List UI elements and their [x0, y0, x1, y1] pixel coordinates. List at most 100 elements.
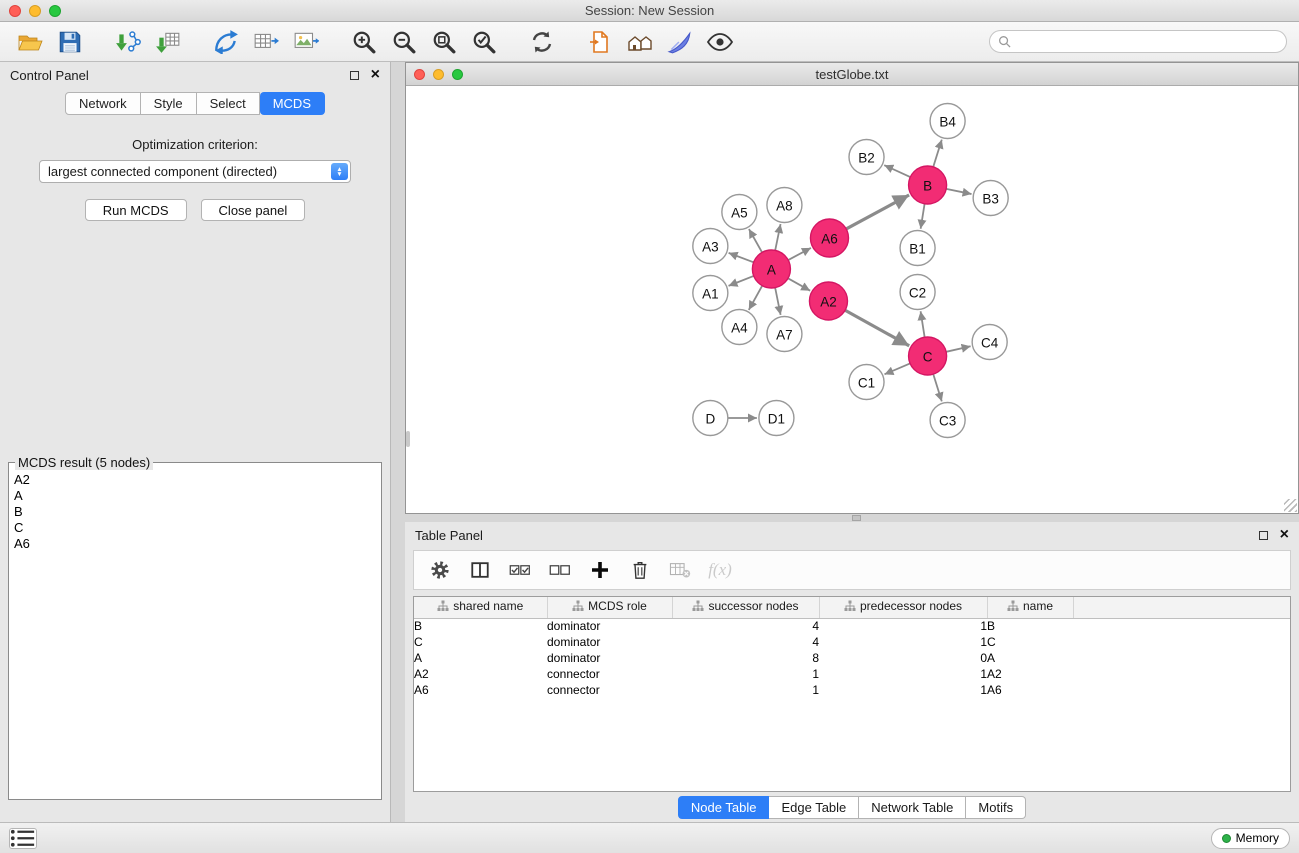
graph-node-A4[interactable]: A4 — [722, 310, 757, 345]
graph-node-B[interactable]: B — [909, 166, 947, 204]
graph-node-A[interactable]: A — [752, 250, 790, 288]
close-panel-button[interactable]: Close panel — [201, 199, 306, 221]
table-cell[interactable]: 1 — [819, 682, 987, 698]
task-history-button[interactable] — [9, 828, 37, 849]
graph-edge-B-B1[interactable] — [921, 204, 925, 229]
close-table-panel-icon[interactable]: × — [1280, 529, 1289, 541]
tab-network-table[interactable]: Network Table — [859, 796, 966, 819]
graph-edge-C-C4[interactable] — [946, 346, 970, 352]
table-cell[interactable]: 8 — [672, 650, 819, 666]
graph-edge-A6-B[interactable] — [846, 195, 909, 229]
network-close-button[interactable] — [414, 69, 425, 80]
result-item[interactable]: B — [14, 504, 376, 520]
graph-node-C[interactable]: C — [909, 337, 947, 375]
minimize-window-button[interactable] — [29, 5, 41, 17]
close-window-button[interactable] — [9, 5, 21, 17]
add-column-button[interactable] — [584, 555, 616, 585]
graph-node-C4[interactable]: C4 — [972, 325, 1007, 360]
table-row[interactable]: Bdominator41B — [414, 618, 1290, 634]
tab-mcds[interactable]: MCDS — [260, 92, 325, 115]
graph-node-C2[interactable]: C2 — [900, 275, 935, 310]
table-cell[interactable]: 1 — [672, 666, 819, 682]
result-item[interactable]: A6 — [14, 536, 376, 552]
graph-edge-A-A7[interactable] — [775, 288, 780, 315]
graph-node-B2[interactable]: B2 — [849, 140, 884, 175]
table-cell[interactable]: connector — [547, 682, 672, 698]
graph-node-A2[interactable]: A2 — [809, 282, 847, 320]
open-session-button[interactable] — [12, 27, 48, 57]
save-session-button[interactable] — [52, 27, 88, 57]
column-header-name[interactable]: name — [987, 597, 1073, 618]
graph-edge-A2-C[interactable] — [845, 310, 909, 346]
graph-node-A3[interactable]: A3 — [693, 229, 728, 264]
float-table-panel-icon[interactable] — [1259, 531, 1268, 540]
zoom-out-button[interactable] — [386, 27, 422, 57]
canvas-scrollbar[interactable] — [406, 431, 410, 447]
network-zoom-button[interactable] — [452, 69, 463, 80]
table-cell[interactable]: dominator — [547, 618, 672, 634]
zoom-in-button[interactable] — [346, 27, 382, 57]
delete-column-button[interactable] — [624, 555, 656, 585]
table-cell[interactable]: A — [414, 650, 547, 666]
table-cell[interactable]: 1 — [819, 666, 987, 682]
search-field[interactable] — [989, 30, 1287, 53]
splitter-handle-icon[interactable] — [852, 515, 861, 521]
graph-edge-A-A3[interactable] — [729, 253, 754, 262]
refresh-view-button[interactable] — [524, 27, 560, 57]
tab-edge-table[interactable]: Edge Table — [769, 796, 859, 819]
graph-edge-A-A6[interactable] — [788, 248, 811, 260]
zoom-fit-button[interactable] — [426, 27, 462, 57]
network-canvas[interactable]: B4B2BB3A8A5A6A3B1AC2A1A2A4A7C4CC1DD1C3 — [406, 86, 1298, 513]
table-cell[interactable]: A6 — [987, 682, 1073, 698]
table-cell[interactable]: dominator — [547, 634, 672, 650]
float-panel-icon[interactable] — [350, 71, 359, 80]
table-cell[interactable]: A2 — [987, 666, 1073, 682]
graph-edge-B-B2[interactable] — [884, 165, 910, 177]
graph-edge-C-C3[interactable] — [933, 374, 942, 401]
result-item[interactable]: C — [14, 520, 376, 536]
table-cell[interactable]: 4 — [672, 634, 819, 650]
table-row[interactable]: A2connector11A2 — [414, 666, 1290, 682]
result-item[interactable]: A2 — [14, 472, 376, 488]
table-cell[interactable]: 1 — [819, 618, 987, 634]
table-row[interactable]: Cdominator41C — [414, 634, 1290, 650]
column-header-successor-nodes[interactable]: successor nodes — [672, 597, 819, 618]
table-cell[interactable]: 0 — [819, 650, 987, 666]
column-header-shared-name[interactable]: shared name — [414, 597, 547, 618]
graph-edge-B-B4[interactable] — [933, 140, 942, 167]
graph-node-C1[interactable]: C1 — [849, 365, 884, 400]
graph-edge-A-A8[interactable] — [775, 224, 780, 250]
table-cell[interactable]: B — [987, 618, 1073, 634]
graph-node-B4[interactable]: B4 — [930, 104, 965, 139]
table-cell[interactable]: A6 — [414, 682, 547, 698]
graph-node-B3[interactable]: B3 — [973, 181, 1008, 216]
tab-motifs[interactable]: Motifs — [966, 796, 1026, 819]
graph-node-A7[interactable]: A7 — [767, 317, 802, 352]
table-cell[interactable]: 4 — [672, 618, 819, 634]
graph-edge-B-B3[interactable] — [946, 189, 971, 194]
show-details-button[interactable] — [702, 27, 738, 57]
graph-node-A5[interactable]: A5 — [722, 195, 757, 230]
graph-node-A1[interactable]: A1 — [693, 276, 728, 311]
graph-node-A8[interactable]: A8 — [767, 188, 802, 223]
network-minimize-button[interactable] — [433, 69, 444, 80]
table-cell[interactable]: 1 — [672, 682, 819, 698]
import-network-button[interactable] — [110, 27, 146, 57]
table-cell[interactable]: 1 — [819, 634, 987, 650]
tab-node-table[interactable]: Node Table — [678, 796, 770, 819]
table-cell[interactable]: B — [414, 618, 547, 634]
table-row[interactable]: Adominator80A — [414, 650, 1290, 666]
graph-edge-A-A5[interactable] — [749, 229, 762, 252]
column-layout-button[interactable] — [464, 555, 496, 585]
select-all-button[interactable] — [504, 555, 536, 585]
criterion-dropdown[interactable]: largest connected component (directed) ▲… — [39, 160, 351, 183]
open-document-button[interactable] — [582, 27, 618, 57]
graph-edge-A-A1[interactable] — [729, 276, 754, 286]
network-home-button[interactable] — [622, 27, 658, 57]
table-settings-button[interactable] — [424, 555, 456, 585]
graph-edge-A-A4[interactable] — [749, 286, 762, 310]
result-item[interactable]: A — [14, 488, 376, 504]
table-cell[interactable]: C — [414, 634, 547, 650]
first-neighbors-button[interactable] — [208, 27, 244, 57]
table-cell[interactable]: A2 — [414, 666, 547, 682]
